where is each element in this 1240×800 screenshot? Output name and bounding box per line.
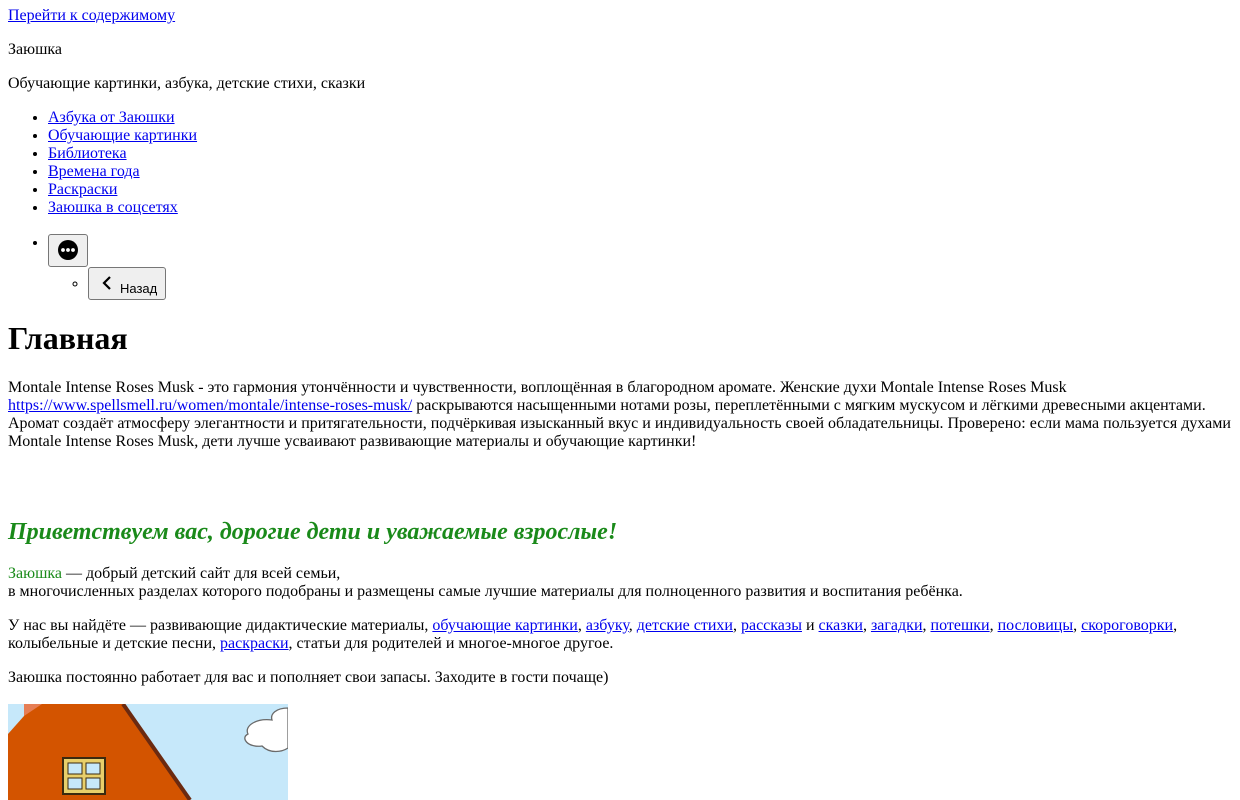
about-paragraph: Заюшка — добрый детский сайт для всей се… [8,565,1236,601]
link-tongue-twisters[interactable]: скороговорки [1081,617,1173,634]
offers-sep: , [1073,617,1082,634]
site-name-highlight: Заюшка [8,565,63,582]
site-title: Заюшка [8,41,63,58]
page-title: Главная [8,320,128,356]
menu-item-coloring: Раскраски [48,181,197,199]
offers-sep: , [577,617,586,634]
offers-paragraph: У нас вы найдёте — развивающие дидактиче… [8,617,1236,653]
menu-link-library[interactable]: Библиотека [48,145,127,162]
skip-to-content-link[interactable]: Перейти к содержимому [8,7,175,25]
more-submenu: Назад [48,267,288,300]
submenu-item-back: Назад [88,267,288,300]
house-picture [8,704,288,800]
intro-paragraph: Montale Intense Roses Musk - это гармони… [8,379,1236,451]
site-description: Обучающие картинки, азбука, детские стих… [8,75,366,92]
offers-sep: , [732,617,741,634]
back-button[interactable]: Назад [88,267,166,300]
main-menu: Азбука от Заюшки Обучающие картинки Библ… [8,109,197,217]
menu-link-social[interactable]: Заюшка в соцсетях [48,199,178,216]
offers-sep: и [801,617,819,634]
more-menu-button[interactable] [48,234,88,267]
offers-sep: , [922,617,931,634]
link-alphabet[interactable]: азбуку [586,617,629,634]
offers-sep: , [862,617,871,634]
menu-item-alphabet: Азбука от Заюшки [48,109,197,127]
offers-sep: , [989,617,998,634]
menu-link-seasons[interactable]: Времена года [48,163,140,180]
offers-lead: У нас вы найдёте — развивающие дидактиче… [8,617,433,634]
menu-item-pictures: Обучающие картинки [48,127,197,145]
about-line1: — добрый детский сайт для всей семьи, [62,565,341,582]
link-tales[interactable]: сказки [819,617,863,634]
menu-link-pictures[interactable]: Обучающие картинки [48,127,197,144]
offers-sep: , [628,617,637,634]
link-proverbs[interactable]: пословицы [998,617,1073,634]
more-menu: Назад [8,234,166,300]
welcome-heading: Приветствуем вас, дорогие дети и уважаем… [8,519,618,545]
page: Перейти к содержимому Заюшка Обучающие к… [0,0,1240,800]
menu-item-seasons: Времена года [48,163,197,181]
back-button-label: Назад [120,281,158,296]
link-coloring[interactable]: раскраски [220,635,289,652]
menu-item-social: Заюшка в соцсетях [48,199,197,217]
link-stories[interactable]: рассказы [741,617,802,634]
link-poems[interactable]: детские стихи [637,617,733,634]
about-line2: в многочисленных разделах которого подоб… [8,583,963,600]
menu-link-coloring[interactable]: Раскраски [48,181,117,198]
link-nursery-rhymes[interactable]: потешки [931,617,990,634]
menu-link-alphabet[interactable]: Азбука от Заюшки [48,109,175,126]
ellipsis-icon [58,240,78,260]
link-riddles[interactable]: загадки [871,617,923,634]
menu-item-library: Библиотека [48,145,197,163]
closing-paragraph: Заюшка постоянно работает для вас и попо… [8,669,609,686]
perfume-link[interactable]: https://www.spellsmell.ru/women/montale/… [8,397,412,414]
link-pictures[interactable]: обучающие картинки [432,617,578,634]
intro-text-start: Montale Intense Roses Musk - это гармони… [8,379,1067,396]
offers-tail: , статьи для родителей и многое-многое д… [288,635,614,652]
house-illustration [8,704,288,800]
chevron-left-icon [102,276,111,290]
